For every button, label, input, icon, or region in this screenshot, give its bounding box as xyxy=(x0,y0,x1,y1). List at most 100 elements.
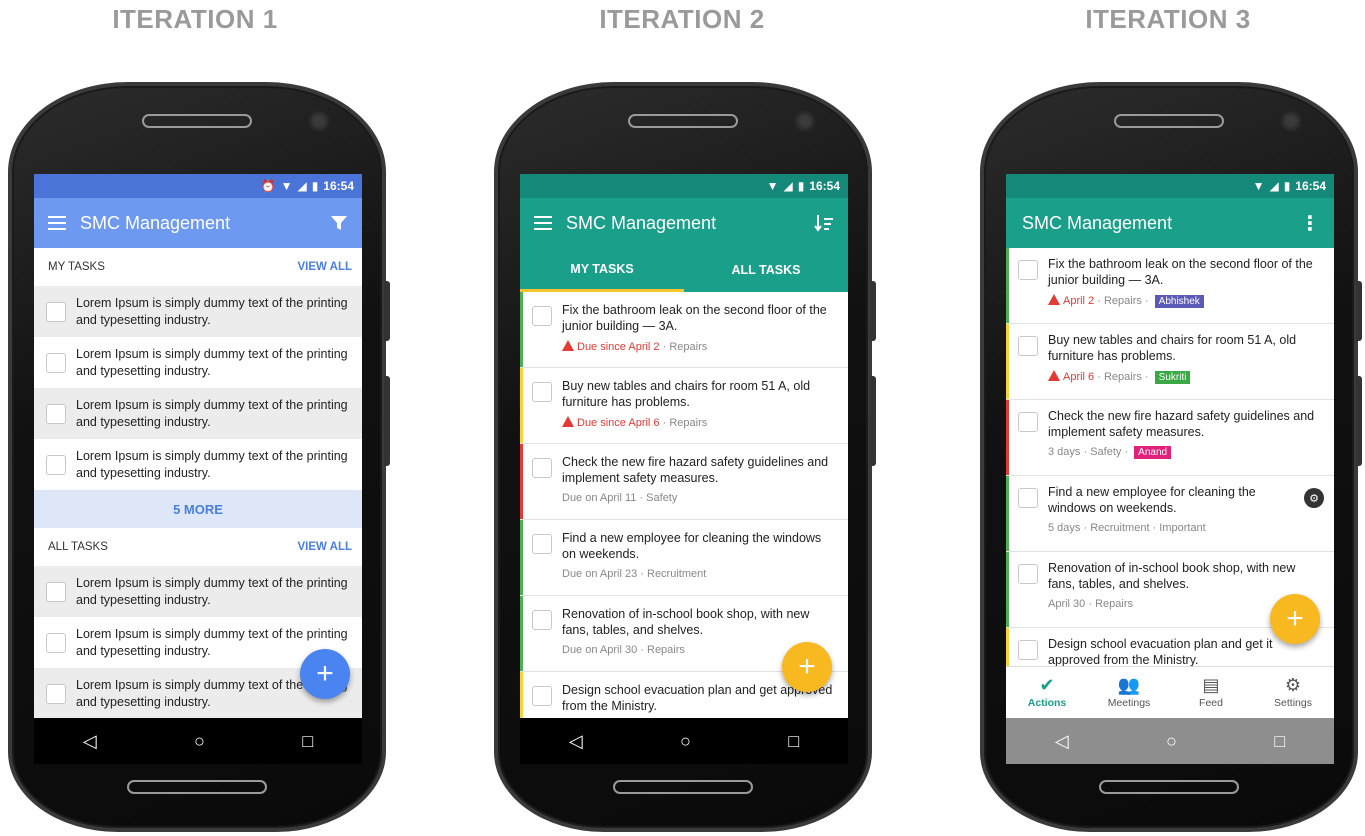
assignee-tag: Sukriti xyxy=(1154,370,1191,384)
task-row[interactable]: Check the new fire hazard safety guideli… xyxy=(520,444,848,520)
speaker-grille xyxy=(1114,114,1224,128)
my-tasks-header: MY TASKS VIEW ALL xyxy=(34,248,362,286)
home-icon[interactable]: ○ xyxy=(680,731,691,752)
task-row[interactable]: Buy new tables and chairs for room 51 A,… xyxy=(520,368,848,444)
add-task-fab[interactable]: + xyxy=(782,642,832,692)
task-row[interactable]: Fix the bathroom leak on the second floo… xyxy=(520,292,848,368)
task-body: Find a new employee for cleaning the win… xyxy=(1048,484,1304,551)
task-checkbox[interactable] xyxy=(46,683,66,704)
task-checkbox[interactable] xyxy=(1018,488,1038,508)
system-nav-bar: ◁ ○ □ xyxy=(520,718,848,764)
overflow-menu-icon[interactable]: ⋮ xyxy=(1300,211,1320,236)
task-checkbox[interactable] xyxy=(532,686,552,706)
task-checkbox[interactable] xyxy=(1018,336,1038,356)
view-all-my-tasks-link[interactable]: VIEW ALL xyxy=(297,261,352,273)
nav-settings[interactable]: ⚙ Settings xyxy=(1252,667,1334,718)
priority-edge xyxy=(1006,476,1009,551)
recents-icon[interactable]: □ xyxy=(788,731,799,752)
filter-icon[interactable] xyxy=(330,214,348,232)
task-checkbox[interactable] xyxy=(532,610,552,630)
tab-all-tasks[interactable]: ALL TASKS xyxy=(684,248,848,292)
task-checkbox[interactable] xyxy=(46,581,66,602)
sort-icon[interactable] xyxy=(814,214,834,232)
recents-icon[interactable]: □ xyxy=(1274,731,1285,752)
wifi-icon: ▼ xyxy=(280,179,293,193)
status-time: 16:54 xyxy=(809,179,840,193)
more-tasks-button[interactable]: 5 MORE xyxy=(34,490,362,528)
task-row[interactable]: Lorem Ipsum is simply dummy text of the … xyxy=(34,337,362,388)
task-checkbox[interactable] xyxy=(46,301,66,322)
task-text: Find a new employee for cleaning the win… xyxy=(1048,485,1256,516)
phone-iteration-3: ▼ ◢ ▮ 16:54 SMC Management ⋮ Fix the bat… xyxy=(980,82,1362,832)
stage: ITERATION 1 ITERATION 2 ITERATION 3 ⏰ ▼ … xyxy=(0,0,1365,836)
task-text: Fix the bathroom leak on the second floo… xyxy=(1048,257,1313,288)
task-checkbox[interactable] xyxy=(1018,412,1038,432)
nav-actions[interactable]: ✔ Actions xyxy=(1006,667,1088,718)
back-icon[interactable]: ◁ xyxy=(569,731,583,752)
task-row[interactable]: Fix the bathroom leak on the second floo… xyxy=(1006,248,1334,324)
wifi-icon: ▼ xyxy=(1252,179,1265,193)
power-button xyxy=(870,376,876,466)
bottom-speaker xyxy=(1099,780,1239,794)
task-checkbox[interactable] xyxy=(1018,564,1038,584)
home-icon[interactable]: ○ xyxy=(194,731,205,752)
task-row[interactable]: Buy new tables and chairs for room 51 A,… xyxy=(1006,324,1334,400)
task-row[interactable]: Find a new employee for cleaning the win… xyxy=(520,520,848,596)
task-checkbox[interactable] xyxy=(532,458,552,478)
task-checkbox[interactable] xyxy=(46,454,66,475)
task-checkbox[interactable] xyxy=(46,632,66,653)
home-icon[interactable]: ○ xyxy=(1166,731,1177,752)
system-nav-bar: ◁ ○ □ xyxy=(34,718,362,764)
camera-lens xyxy=(308,110,330,132)
task-checkbox[interactable] xyxy=(1018,640,1038,660)
task-row[interactable]: Lorem Ipsum is simply dummy text of the … xyxy=(34,566,362,617)
task-category: · Repairs · xyxy=(1094,294,1152,307)
menu-icon[interactable] xyxy=(48,216,66,230)
task-row[interactable]: Find a new employee for cleaning the win… xyxy=(1006,476,1334,552)
recents-icon[interactable]: □ xyxy=(302,731,313,752)
view-all-tasks-link[interactable]: VIEW ALL xyxy=(297,541,352,553)
battery-icon: ▮ xyxy=(797,179,805,193)
priority-edge xyxy=(520,596,523,671)
menu-icon[interactable] xyxy=(534,216,552,230)
back-icon[interactable]: ◁ xyxy=(83,731,97,752)
add-task-fab[interactable]: + xyxy=(1270,594,1320,644)
task-due: Due on April 11 xyxy=(562,491,637,504)
task-due: 5 days xyxy=(1048,521,1081,534)
task-checkbox[interactable] xyxy=(532,534,552,554)
iteration-1-title: ITERATION 1 xyxy=(112,4,278,34)
task-due: Due on April 23 xyxy=(562,567,638,580)
people-icon: 👥 xyxy=(1117,675,1141,695)
status-bar: ▼ ◢ ▮ 16:54 xyxy=(520,174,848,198)
priority-edge xyxy=(1006,400,1009,475)
app-bar: SMC Management ⋮ xyxy=(1006,198,1334,248)
task-body: Buy new tables and chairs for room 51 A,… xyxy=(562,378,838,443)
task-row[interactable]: Lorem Ipsum is simply dummy text of the … xyxy=(34,439,362,490)
task-row[interactable]: Check the new fire hazard safety guideli… xyxy=(1006,400,1334,476)
tab-my-tasks[interactable]: MY TASKS xyxy=(520,248,684,292)
task-checkbox[interactable] xyxy=(532,382,552,402)
alarm-icon: ⏰ xyxy=(260,179,276,193)
task-text: Lorem Ipsum is simply dummy text of the … xyxy=(76,398,348,429)
battery-icon: ▮ xyxy=(311,179,319,193)
phone-iteration-2: ▼ ◢ ▮ 16:54 SMC Management MY TASKS ALL … xyxy=(494,82,876,832)
task-body: Fix the bathroom leak on the second floo… xyxy=(1048,256,1324,323)
task-category: · Safety · xyxy=(1080,445,1132,458)
back-icon[interactable]: ◁ xyxy=(1055,731,1069,752)
screen: ▼ ◢ ▮ 16:54 SMC Management MY TASKS ALL … xyxy=(520,174,848,764)
task-row[interactable]: Lorem Ipsum is simply dummy text of the … xyxy=(34,388,362,439)
task-checkbox[interactable] xyxy=(532,306,552,326)
task-checkbox[interactable] xyxy=(1018,260,1038,280)
task-meta: Due since April 2 · Repairs xyxy=(562,339,838,353)
task-checkbox[interactable] xyxy=(46,352,66,373)
power-button xyxy=(1356,376,1362,466)
all-tasks-label: ALL TASKS xyxy=(48,541,108,553)
task-checkbox[interactable] xyxy=(46,403,66,424)
nav-meetings[interactable]: 👥 Meetings xyxy=(1088,667,1170,718)
task-row[interactable]: Lorem Ipsum is simply dummy text of the … xyxy=(34,286,362,337)
add-task-fab[interactable]: + xyxy=(300,649,350,699)
task-due: April 30 xyxy=(1048,597,1086,610)
task-meta: Due on April 11 · Safety xyxy=(562,492,838,504)
tab-bar: MY TASKS ALL TASKS xyxy=(520,248,848,292)
nav-feed[interactable]: ▤ Feed xyxy=(1170,667,1252,718)
